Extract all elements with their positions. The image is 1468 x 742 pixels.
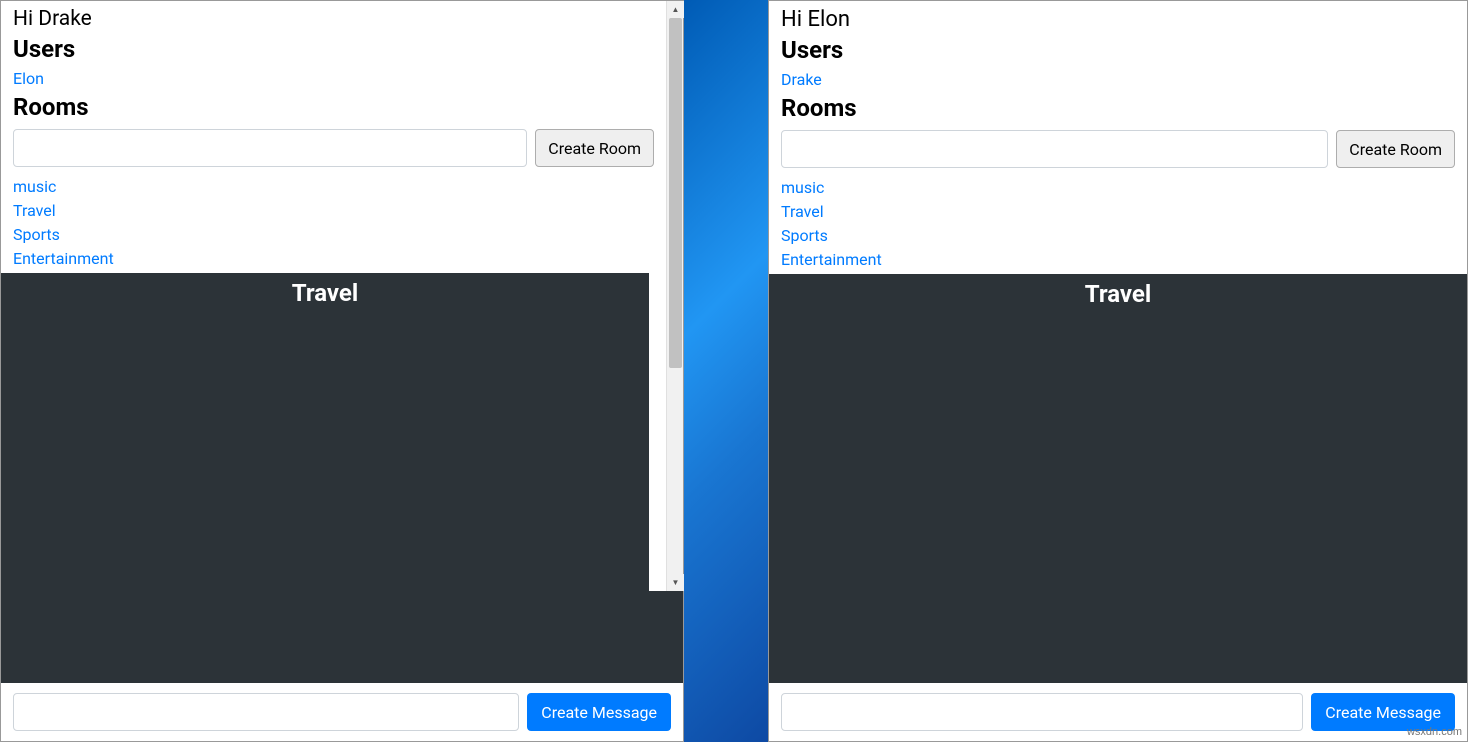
room-link-travel[interactable]: Travel (13, 199, 654, 223)
room-link-music[interactable]: music (781, 176, 1455, 200)
greeting-text: Hi Elon (781, 7, 1455, 32)
message-input[interactable] (13, 693, 519, 731)
right-header: Hi Elon Users Drake Rooms Create Room mu… (769, 1, 1467, 274)
user-link-drake[interactable]: Drake (781, 68, 1455, 92)
watermark: wsxdn.com (1407, 726, 1462, 738)
chat-area: Travel (1, 273, 649, 591)
rooms-list: music Travel Sports Entertainment (13, 175, 654, 273)
chat-room-title: Travel (769, 274, 1467, 314)
users-title: Users (781, 36, 1455, 64)
greeting-text: Hi Drake (13, 7, 654, 31)
chat-messages-lower (1, 591, 683, 683)
room-name-input[interactable] (781, 130, 1328, 168)
rooms-list: music Travel Sports Entertainment (781, 176, 1455, 274)
right-pane: Hi Elon Users Drake Rooms Create Room mu… (768, 0, 1468, 742)
users-title: Users (13, 35, 654, 63)
left-header: Hi Drake Users Elon Rooms Create Room mu… (1, 1, 666, 273)
scroll-down-icon[interactable]: ▼ (667, 574, 684, 591)
room-name-input[interactable] (13, 129, 527, 167)
create-room-button[interactable]: Create Room (1336, 130, 1455, 168)
room-link-sports[interactable]: Sports (781, 224, 1455, 248)
room-link-entertainment[interactable]: Entertainment (781, 248, 1455, 272)
scroll-up-icon[interactable]: ▲ (667, 1, 684, 18)
create-message-button[interactable]: Create Message (527, 693, 671, 731)
rooms-title: Rooms (13, 93, 654, 121)
room-link-entertainment[interactable]: Entertainment (13, 247, 654, 271)
left-pane: Hi Drake Users Elon Rooms Create Room mu… (0, 0, 684, 742)
message-compose-row: Create Message (1, 683, 683, 741)
message-input[interactable] (781, 693, 1303, 731)
left-scroll-area: Hi Drake Users Elon Rooms Create Room mu… (1, 1, 683, 591)
scrollbar-thumb[interactable] (669, 18, 682, 368)
chat-room-title: Travel (1, 273, 649, 313)
room-link-travel[interactable]: Travel (781, 200, 1455, 224)
chat-messages (769, 314, 1467, 683)
chat-lower: Create Message (1, 591, 683, 741)
chat-messages (1, 313, 649, 591)
room-link-music[interactable]: music (13, 175, 654, 199)
rooms-title: Rooms (781, 94, 1455, 122)
scrollbar-track[interactable]: ▲ ▼ (666, 1, 683, 591)
create-room-row: Create Room (13, 129, 654, 167)
user-link-elon[interactable]: Elon (13, 67, 654, 91)
create-room-row: Create Room (781, 130, 1455, 168)
chat-area: Travel Create Message (769, 274, 1467, 741)
room-link-sports[interactable]: Sports (13, 223, 654, 247)
create-room-button[interactable]: Create Room (535, 129, 654, 167)
message-compose-row: Create Message (769, 683, 1467, 741)
